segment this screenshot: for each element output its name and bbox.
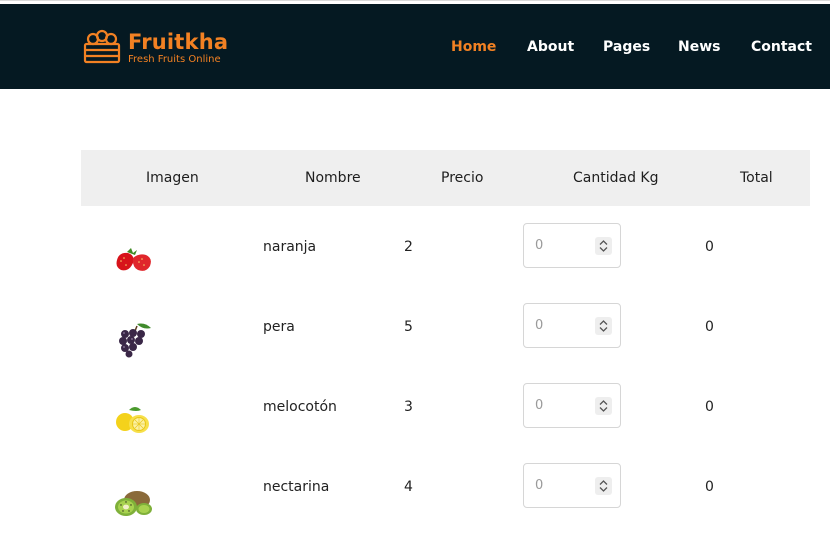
- spinner-arrows-icon[interactable]: [595, 397, 612, 415]
- product-price: 2: [404, 239, 413, 255]
- table-row: melocotón 3 0 0: [81, 366, 810, 446]
- product-price: 5: [404, 319, 413, 335]
- product-total: 0: [705, 479, 714, 495]
- header-nombre: Nombre: [305, 170, 361, 186]
- kiwi-icon: [115, 491, 152, 516]
- quantity-placeholder: 0: [535, 238, 544, 253]
- header-total: Total: [740, 170, 773, 186]
- brand-logo[interactable]: Fruitkha Fresh Fruits Online: [82, 28, 228, 68]
- cart-table-header: Imagen Nombre Precio Cantidad Kg Total: [81, 150, 810, 206]
- lemon-icon: [116, 407, 149, 433]
- table-row: naranja 2 0 0: [81, 206, 810, 286]
- brand-tagline: Fresh Fruits Online: [128, 53, 221, 65]
- brand-name: Fruitkha: [128, 29, 229, 54]
- spinner-arrows-icon[interactable]: [595, 237, 612, 255]
- product-total: 0: [705, 239, 714, 255]
- table-row: nectarina 4 0 0: [81, 446, 810, 526]
- header-precio: Precio: [441, 170, 484, 186]
- product-total: 0: [705, 319, 714, 335]
- nav-about[interactable]: About: [527, 39, 574, 55]
- grapes-icon: [119, 323, 151, 358]
- header-imagen: Imagen: [146, 170, 199, 186]
- nav-home[interactable]: Home: [451, 39, 496, 55]
- quantity-stepper[interactable]: 0: [523, 383, 621, 428]
- product-name: naranja: [263, 239, 317, 255]
- spinner-arrows-icon[interactable]: [595, 317, 612, 335]
- navbar: Fruitkha Fresh Fruits Online Home About …: [0, 4, 830, 89]
- header-cantidad: Cantidad Kg: [573, 170, 659, 186]
- fruit-basket-icon: [83, 29, 121, 64]
- quantity-stepper[interactable]: 0: [523, 463, 621, 508]
- product-total: 0: [705, 399, 714, 415]
- quantity-placeholder: 0: [535, 478, 544, 493]
- table-row: pera 5 0 0: [81, 286, 810, 366]
- nav-pages[interactable]: Pages: [603, 39, 650, 55]
- product-name: nectarina: [263, 479, 330, 495]
- product-name: melocotón: [263, 399, 337, 415]
- product-name: pera: [263, 319, 295, 335]
- nav-contact[interactable]: Contact: [751, 39, 812, 55]
- quantity-placeholder: 0: [535, 318, 544, 333]
- nav-news[interactable]: News: [678, 39, 720, 55]
- quantity-stepper[interactable]: 0: [523, 223, 621, 268]
- spinner-arrows-icon[interactable]: [595, 477, 612, 495]
- product-price: 3: [404, 399, 413, 415]
- quantity-placeholder: 0: [535, 398, 544, 413]
- strawberry-icon: [116, 248, 151, 271]
- quantity-stepper[interactable]: 0: [523, 303, 621, 348]
- product-price: 4: [404, 479, 413, 495]
